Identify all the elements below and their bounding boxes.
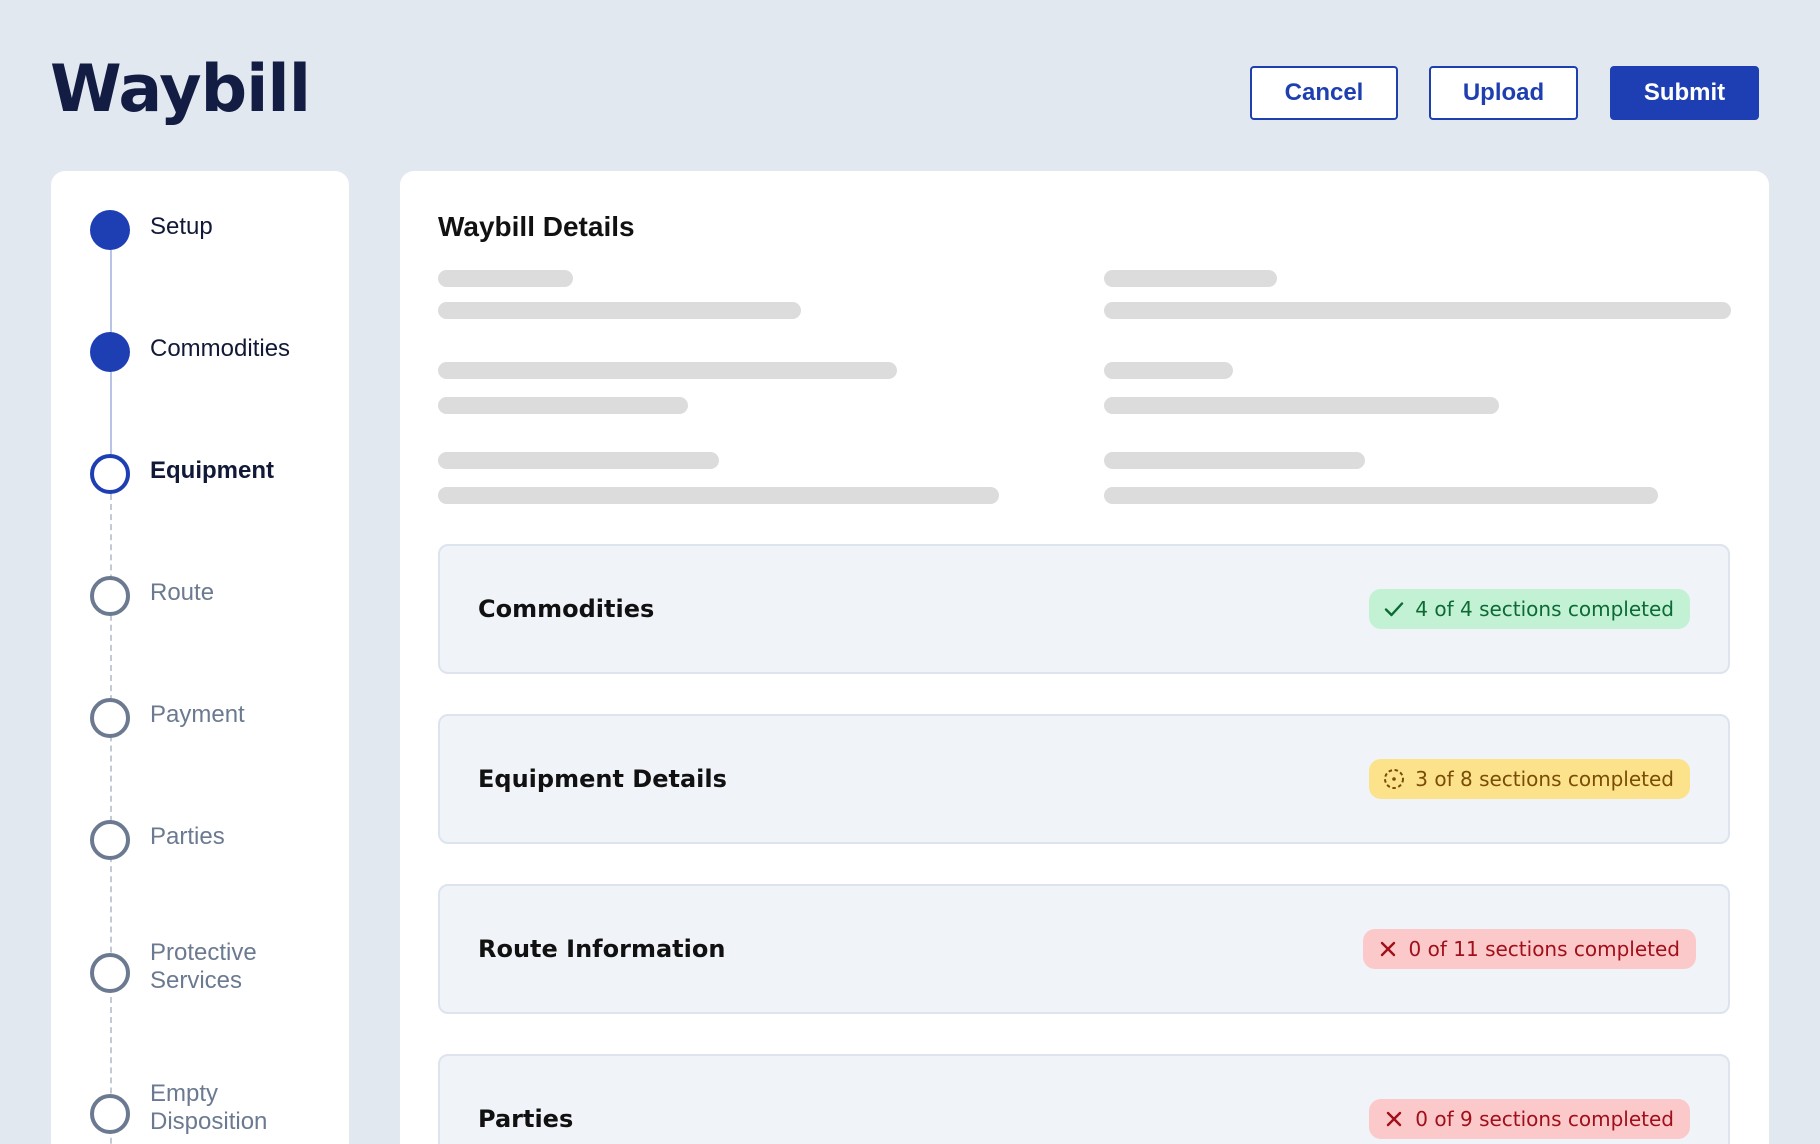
step-upcoming-icon [90, 820, 130, 860]
dashed-circle-icon [1383, 768, 1405, 790]
skeleton-line [438, 397, 688, 414]
waybill-page: Waybill Cancel Upload Submit Setup Commo… [0, 0, 1820, 1144]
skeleton-line [1104, 270, 1277, 287]
skeleton-line [1104, 397, 1499, 414]
upload-button[interactable]: Upload [1429, 66, 1578, 120]
x-icon [1377, 938, 1399, 960]
step-upcoming-icon [90, 698, 130, 738]
skeleton-line [1104, 452, 1365, 469]
page-title: Waybill [50, 52, 311, 127]
step-label: Setup [150, 213, 213, 240]
status-badge: 3 of 8 sections completed [1369, 759, 1690, 799]
skeleton-line [438, 487, 999, 504]
step-label: Empty Disposition [150, 1080, 268, 1135]
skeleton-line [438, 302, 801, 319]
status-badge: 4 of 4 sections completed [1369, 589, 1690, 629]
skeleton-line [438, 362, 897, 379]
step-label: Commodities [150, 335, 291, 362]
card-title: Commodities [478, 595, 655, 623]
waybill-details-panel: Waybill Details Commodities 4 of 4 secti… [400, 171, 1769, 1144]
step-navigation: Setup Commodities Equipment Route Paymen… [51, 171, 349, 1144]
status-text: 0 of 9 sections completed [1415, 1107, 1674, 1131]
step-complete-icon [90, 332, 130, 372]
skeleton-line [1104, 487, 1658, 504]
status-text: 4 of 4 sections completed [1415, 597, 1674, 621]
skeleton-line [1104, 362, 1233, 379]
step-upcoming-icon [90, 953, 130, 993]
step-upcoming-icon [90, 1094, 130, 1134]
section-card-equipment-details[interactable]: Equipment Details 3 of 8 sections comple… [438, 714, 1730, 844]
step-label: Protective Services [150, 939, 257, 994]
card-title: Equipment Details [478, 765, 727, 793]
status-text: 3 of 8 sections completed [1415, 767, 1674, 791]
status-badge: 0 of 9 sections completed [1369, 1099, 1690, 1139]
section-title: Waybill Details [438, 211, 635, 242]
step-label: Parties [150, 823, 225, 850]
skeleton-line [438, 270, 573, 287]
section-card-commodities[interactable]: Commodities 4 of 4 sections completed [438, 544, 1730, 674]
card-title: Route Information [478, 935, 726, 963]
step-label: Payment [150, 701, 245, 728]
skeleton-line [438, 452, 719, 469]
status-text: 0 of 11 sections completed [1408, 937, 1680, 961]
cancel-button[interactable]: Cancel [1250, 66, 1398, 120]
step-upcoming-icon [90, 576, 130, 616]
section-card-parties[interactable]: Parties 0 of 9 sections completed [438, 1054, 1730, 1144]
x-icon [1383, 1108, 1405, 1130]
step-current-icon [90, 454, 130, 494]
step-complete-icon [90, 210, 130, 250]
card-title: Parties [478, 1105, 574, 1133]
skeleton-line [1104, 302, 1731, 319]
step-label: Equipment [150, 457, 274, 484]
status-badge: 0 of 11 sections completed [1362, 929, 1696, 969]
step-label: Route [150, 579, 215, 606]
check-icon [1383, 598, 1405, 620]
submit-button[interactable]: Submit [1610, 66, 1759, 120]
section-card-route-information[interactable]: Route Information 0 of 11 sections compl… [438, 884, 1730, 1014]
